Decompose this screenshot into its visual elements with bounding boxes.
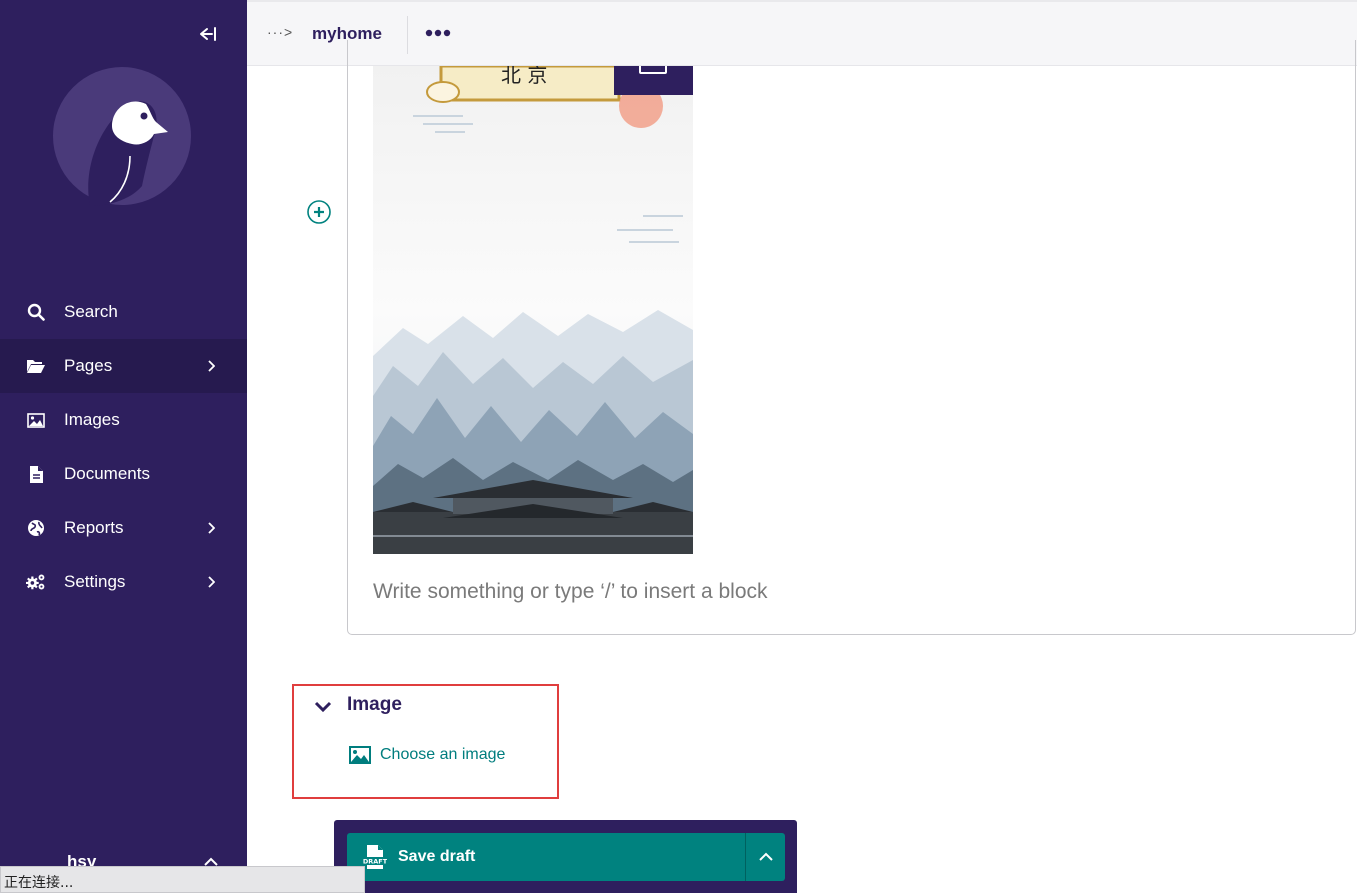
sidebar-item-label: Reports bbox=[64, 518, 124, 537]
save-draft-button[interactable]: DRAFT Save draft bbox=[347, 833, 745, 881]
sidebar-nav: Search Pages Images Documents Reports Se… bbox=[0, 285, 247, 609]
svg-text:DRAFT: DRAFT bbox=[363, 858, 387, 866]
plus-circle-icon bbox=[307, 200, 331, 224]
chevron-up-icon bbox=[758, 852, 773, 861]
add-block-button[interactable] bbox=[307, 200, 331, 224]
bird-logo-icon bbox=[53, 67, 191, 206]
cogs-icon bbox=[26, 572, 46, 592]
breadcrumb-expand-button[interactable]: ···> bbox=[267, 24, 293, 40]
browser-status-bar: 正在连接... bbox=[0, 866, 365, 893]
draft-icon: DRAFT bbox=[363, 844, 388, 870]
wagtail-logo[interactable] bbox=[52, 66, 192, 206]
choose-image-label: Choose an image bbox=[380, 746, 506, 763]
svg-text:北 京: 北 京 bbox=[501, 66, 547, 87]
sidebar-item-label: Search bbox=[64, 302, 118, 321]
sidebar-item-label: Settings bbox=[64, 572, 126, 591]
sidebar-item-pages[interactable]: Pages bbox=[0, 339, 247, 393]
sidebar-item-images[interactable]: Images bbox=[0, 393, 247, 447]
choose-image-button[interactable]: Choose an image bbox=[349, 746, 505, 764]
search-icon bbox=[26, 302, 46, 322]
image-field-collapse-toggle[interactable] bbox=[313, 697, 333, 717]
folder-open-icon bbox=[26, 356, 46, 376]
image-field-label: Image bbox=[347, 694, 402, 715]
editor-placeholder[interactable]: Write something or type ‘/’ to insert a … bbox=[373, 580, 768, 604]
document-icon bbox=[26, 464, 46, 484]
globe-icon bbox=[26, 518, 46, 538]
sidebar-item-search[interactable]: Search bbox=[0, 285, 247, 339]
embedded-image-beijing[interactable]: 北 京 bbox=[373, 66, 693, 554]
save-draft-label: Save draft bbox=[398, 848, 476, 865]
sidebar-item-label: Pages bbox=[64, 356, 113, 375]
image-icon bbox=[349, 746, 371, 764]
image-toolbar-tab[interactable] bbox=[614, 61, 693, 95]
sidebar-item-label: Documents bbox=[64, 464, 150, 483]
more-actions-button[interactable] bbox=[745, 833, 785, 881]
image-icon bbox=[26, 410, 46, 430]
collapse-sidebar-button[interactable] bbox=[194, 22, 220, 46]
sidebar-item-label: Images bbox=[64, 410, 120, 429]
sidebar-item-reports[interactable]: Reports bbox=[0, 501, 247, 555]
chevron-right-icon bbox=[207, 576, 219, 588]
edit-image-icon bbox=[639, 61, 667, 74]
more-dots-icon bbox=[425, 29, 451, 37]
chevron-right-icon bbox=[207, 360, 219, 372]
chevron-down-icon bbox=[314, 701, 332, 713]
chevron-right-icon bbox=[207, 522, 219, 534]
sidebar-item-settings[interactable]: Settings bbox=[0, 555, 247, 609]
collapse-icon bbox=[200, 27, 216, 41]
sidebar-item-documents[interactable]: Documents bbox=[0, 447, 247, 501]
sidebar: Search Pages Images Documents Reports Se… bbox=[0, 0, 247, 893]
